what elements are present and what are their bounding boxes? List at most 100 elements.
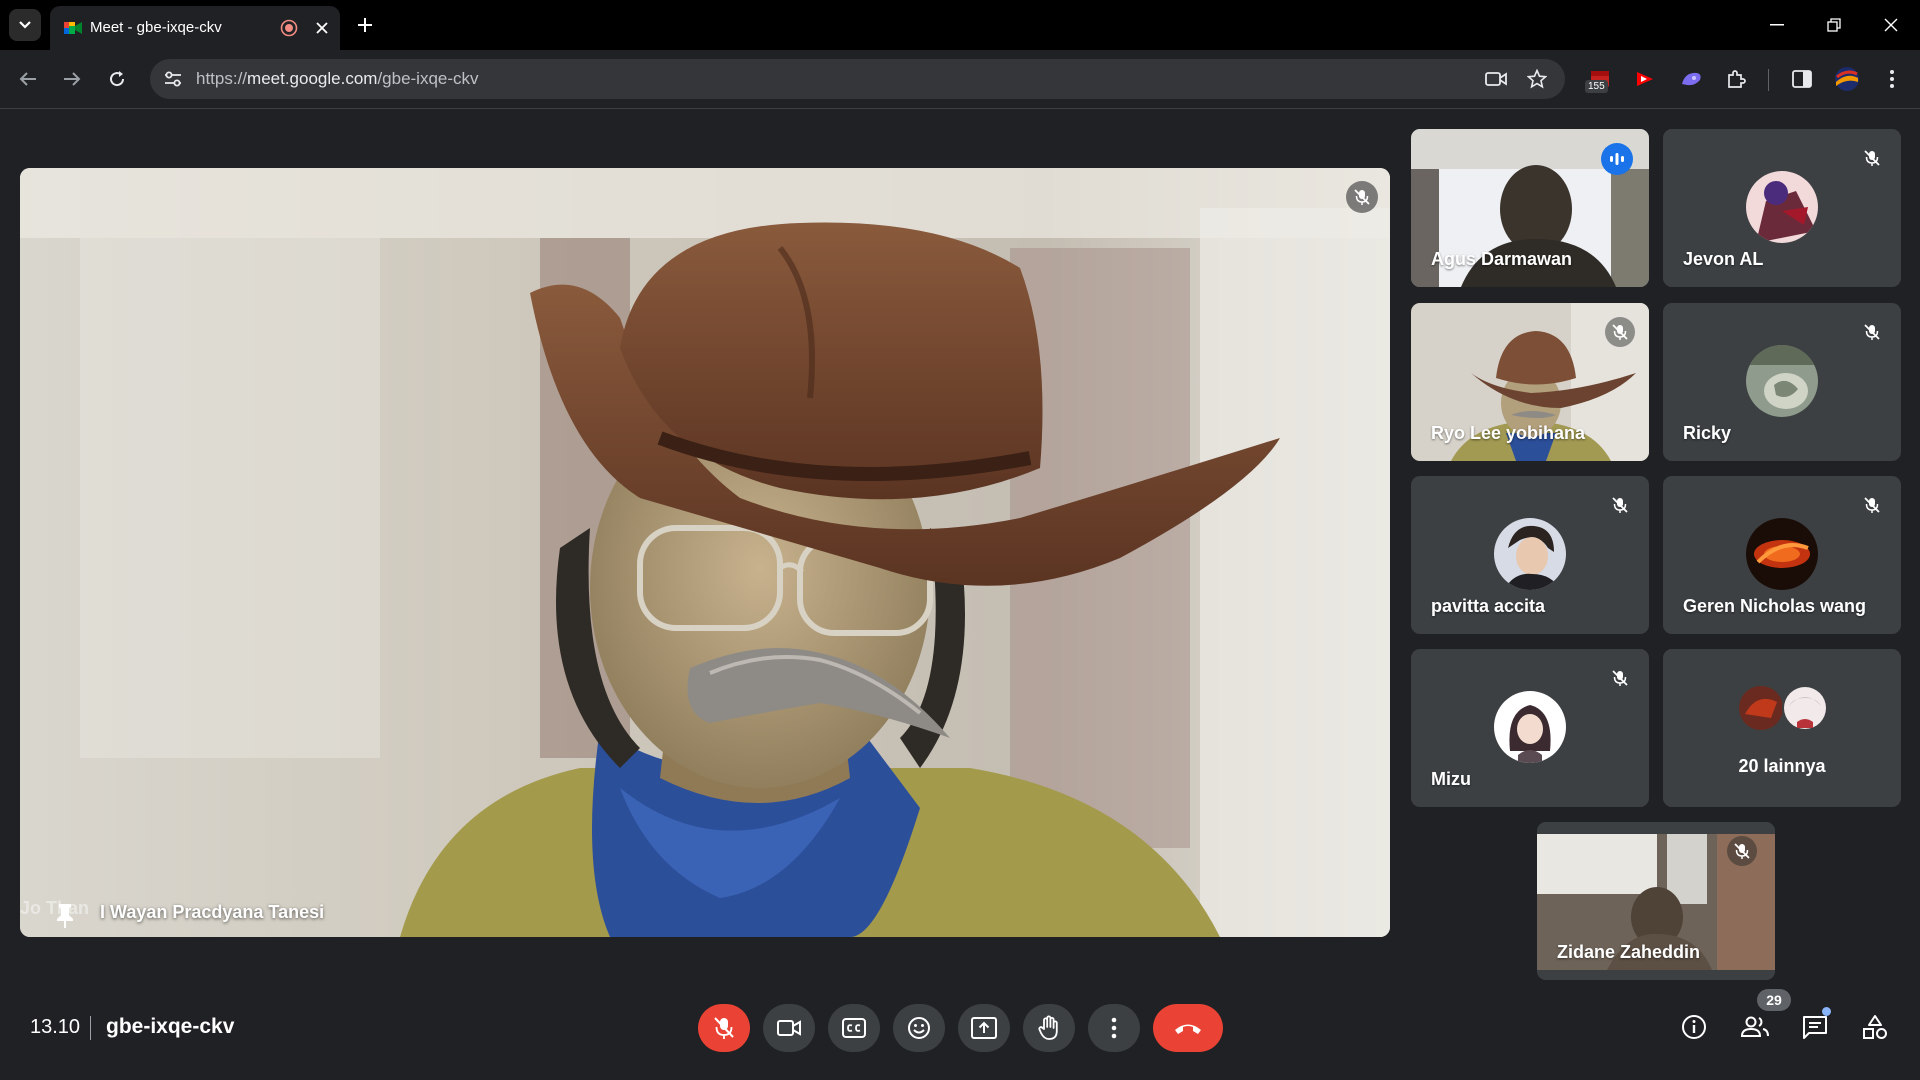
reload-button[interactable] xyxy=(102,64,132,94)
bookmark-star-button[interactable] xyxy=(1525,67,1549,91)
participant-tile[interactable]: Ryo Lee yobihana xyxy=(1411,303,1649,461)
extensions-menu-button[interactable] xyxy=(1721,64,1751,94)
present-screen-button[interactable] xyxy=(958,1004,1010,1052)
raise-hand-button[interactable] xyxy=(1023,1004,1075,1052)
avatar-icon xyxy=(1835,67,1859,91)
camera-toggle-button[interactable] xyxy=(763,1004,815,1052)
participant-tile[interactable]: Jevon AL xyxy=(1663,129,1901,287)
site-info-button[interactable] xyxy=(162,68,184,90)
side-panel-button[interactable] xyxy=(1787,64,1817,94)
mic-off-indicator xyxy=(1857,317,1887,347)
tune-icon xyxy=(165,71,181,87)
extension-youtube-button[interactable] xyxy=(1630,64,1660,94)
restore-window-button[interactable] xyxy=(1819,10,1849,40)
url-path: /gbe-ixqe-ckv xyxy=(377,69,479,88)
video-camera-icon xyxy=(777,1020,801,1036)
participant-name: Ricky xyxy=(1683,423,1732,443)
url-text[interactable]: https://meet.google.com/gbe-ixqe-ckv xyxy=(196,69,479,89)
mic-off-icon xyxy=(1354,189,1370,205)
mic-off-indicator xyxy=(1605,317,1635,347)
emoji-icon xyxy=(908,1017,930,1039)
profile-avatar-button[interactable] xyxy=(1832,64,1862,94)
present-screen-icon xyxy=(971,1017,997,1039)
close-icon xyxy=(316,22,328,34)
chat-icon xyxy=(1803,1016,1827,1039)
browser-tab[interactable]: Meet - gbe-ixqe-ckv xyxy=(50,6,340,50)
url-host: meet.google.com xyxy=(247,69,378,88)
captions-button[interactable] xyxy=(828,1004,880,1052)
leave-call-button[interactable] xyxy=(1153,1004,1223,1052)
reactions-button[interactable] xyxy=(893,1004,945,1052)
puzzle-icon xyxy=(1728,70,1746,88)
avatar xyxy=(1746,345,1818,417)
new-tab-button[interactable] xyxy=(352,12,378,38)
plus-icon xyxy=(358,18,372,32)
toolbar-divider xyxy=(1768,69,1769,91)
participant-name: Geren Nicholas wang xyxy=(1683,596,1867,616)
mic-off-icon xyxy=(1734,843,1750,859)
avatar-image xyxy=(1494,691,1566,763)
self-view-tile[interactable]: Zidane Zaheddin xyxy=(1537,822,1775,980)
mic-off-indicator xyxy=(1605,663,1635,693)
activities-shapes-icon xyxy=(1863,1015,1887,1039)
address-bar[interactable]: https://meet.google.com/gbe-ixqe-ckv xyxy=(150,59,1565,99)
avatar-image xyxy=(1746,518,1818,590)
participant-tile[interactable]: pavitta accita xyxy=(1411,476,1649,634)
others-count-label: 20 lainnya xyxy=(1738,756,1826,776)
mic-off-icon xyxy=(1864,150,1880,166)
speaker-video xyxy=(20,168,1390,937)
avatar xyxy=(1494,518,1566,590)
activities-button[interactable] xyxy=(1858,1010,1892,1044)
others-tile[interactable]: 20 lainnya xyxy=(1663,649,1901,807)
browser-toolbar: https://meet.google.com/gbe-ixqe-ckv xyxy=(0,50,1920,109)
mic-off-icon xyxy=(1612,497,1628,513)
participant-tile[interactable]: Geren Nicholas wang xyxy=(1663,476,1901,634)
participant-name: Agus Darmawan xyxy=(1431,249,1573,269)
chat-notification-dot xyxy=(1822,1007,1831,1016)
participant-tile[interactable]: Mizu xyxy=(1411,649,1649,807)
people-button[interactable] xyxy=(1738,1010,1772,1044)
extension-badge: 155 xyxy=(1585,80,1608,93)
avatar xyxy=(1746,518,1818,590)
mic-off-icon xyxy=(1612,324,1628,340)
bottom-bar-divider xyxy=(90,1016,91,1040)
tab-close-button[interactable] xyxy=(312,18,332,38)
speaking-indicator xyxy=(1601,143,1633,175)
meeting-code: gbe-ixqe-ckv xyxy=(106,1015,235,1038)
avatar xyxy=(1494,691,1566,763)
back-button[interactable] xyxy=(13,64,43,94)
meet-favicon-icon xyxy=(64,22,82,34)
minimize-window-button[interactable] xyxy=(1762,10,1792,40)
more-options-button[interactable] xyxy=(1088,1004,1140,1052)
minimize-icon xyxy=(1770,24,1784,26)
people-icon xyxy=(1740,1016,1769,1037)
pin-icon[interactable] xyxy=(54,903,76,929)
audio-level-icon xyxy=(1610,153,1624,165)
mic-off-icon xyxy=(1864,324,1880,340)
hand-icon xyxy=(1038,1015,1058,1040)
microphone-toggle-button[interactable] xyxy=(698,1004,750,1052)
participant-tile[interactable]: Agus Darmawan xyxy=(1411,129,1649,287)
participant-tile[interactable]: Ricky xyxy=(1663,303,1901,461)
youtube-play-icon xyxy=(1637,72,1653,86)
main-speaker-tile[interactable]: Jo Than I Wayan Pracdyana Tanesi xyxy=(20,168,1390,937)
camera-in-use-button[interactable] xyxy=(1484,67,1508,91)
arrow-left-icon xyxy=(19,72,36,86)
restore-icon xyxy=(1827,18,1841,32)
gamepad-icon xyxy=(1682,72,1701,86)
forward-button[interactable] xyxy=(57,64,87,94)
close-window-button[interactable] xyxy=(1876,10,1906,40)
reload-icon xyxy=(110,71,125,87)
mic-off-indicator xyxy=(1727,836,1757,866)
extension-game-button[interactable] xyxy=(1676,64,1706,94)
avatar-image xyxy=(1746,345,1818,417)
participant-name: Mizu xyxy=(1431,769,1471,789)
people-count-badge: 29 xyxy=(1757,989,1791,1011)
star-icon xyxy=(1527,69,1547,89)
main-tile-mic-off-indicator xyxy=(1346,181,1378,213)
tab-search-button[interactable] xyxy=(9,9,41,41)
tab-title: Meet - gbe-ixqe-ckv xyxy=(90,19,222,36)
browser-menu-button[interactable] xyxy=(1877,64,1907,94)
mic-off-indicator xyxy=(1605,490,1635,520)
meeting-details-button[interactable] xyxy=(1677,1010,1711,1044)
